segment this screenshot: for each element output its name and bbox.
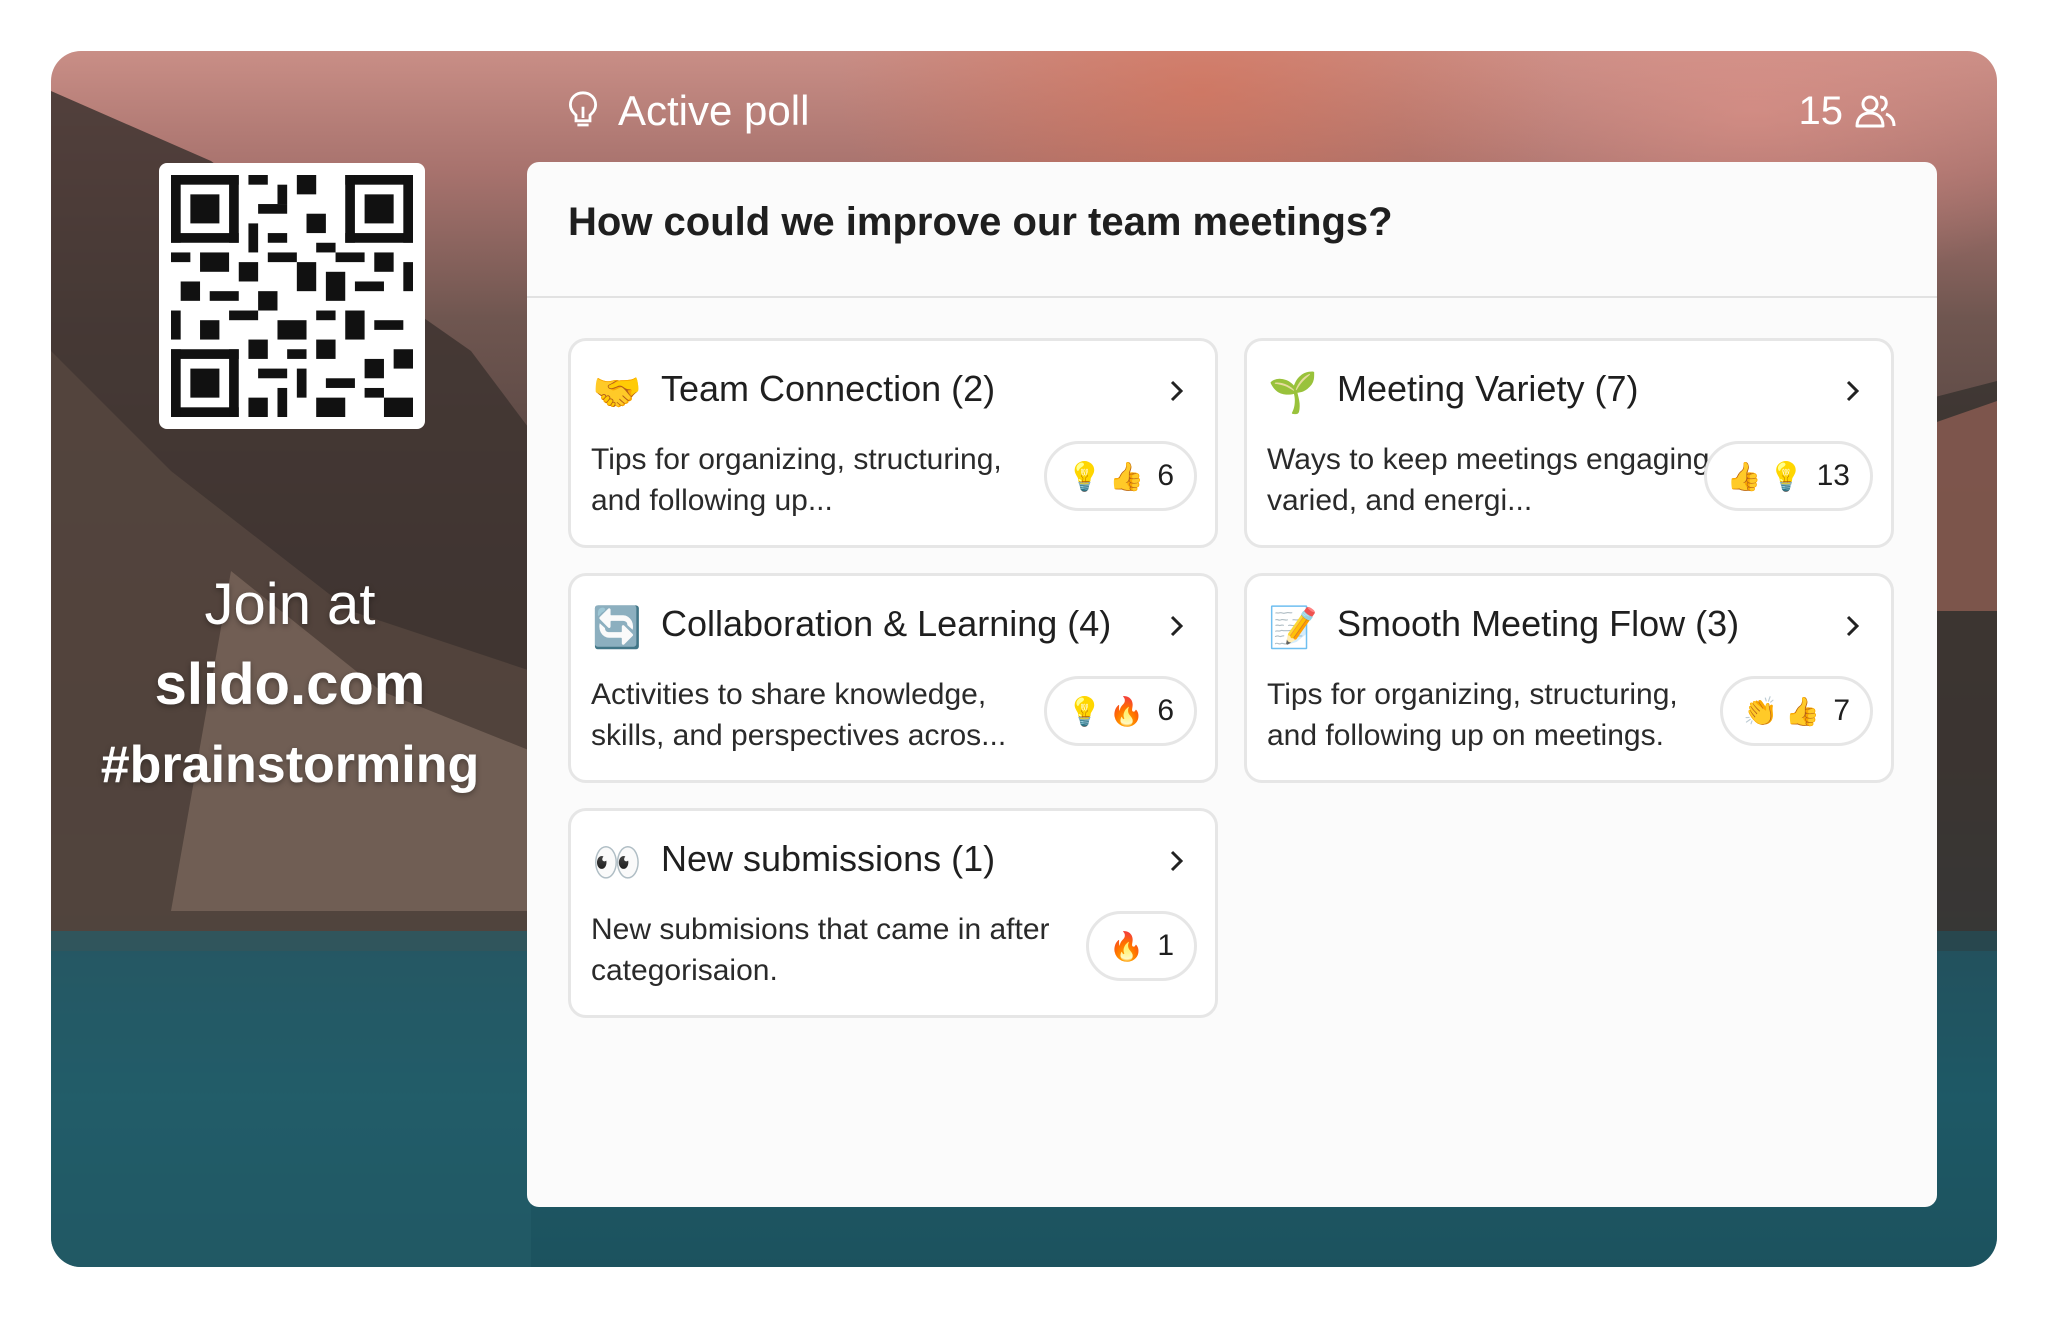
category-card-team-connection[interactable]: 🤝 Team Connection (2) Tips for organizin… bbox=[568, 338, 1218, 548]
category-card-meeting-variety[interactable]: 🌱 Meeting Variety (7) Ways to keep meeti… bbox=[1244, 338, 1894, 548]
category-card-new-submissions[interactable]: 👀 New submissions (1) New submisions tha… bbox=[568, 808, 1218, 1018]
lightbulb-reaction-icon: 💡 bbox=[1067, 695, 1103, 727]
reaction-count: 7 bbox=[1833, 694, 1850, 727]
fire-reaction-icon: 🔥 bbox=[1109, 695, 1145, 727]
reaction-count: 6 bbox=[1157, 694, 1174, 727]
qr-code bbox=[159, 163, 425, 429]
poll-question: How could we improve our team meetings? bbox=[568, 200, 1393, 244]
poll-status-label: Active poll bbox=[618, 87, 810, 134]
category-description: Ways to keep meetings engaging varied, a… bbox=[1267, 443, 1710, 517]
reaction-summary[interactable]: 🔥 1 bbox=[1086, 911, 1197, 981]
chevron-right-icon[interactable] bbox=[1163, 612, 1191, 640]
category-title: Meeting Variety (7) bbox=[1337, 368, 1639, 409]
background-scene: Join at slido.com #brainstorming Active … bbox=[51, 51, 1997, 1267]
chevron-right-icon[interactable] bbox=[1839, 377, 1867, 405]
chevron-right-icon[interactable] bbox=[1163, 377, 1191, 405]
category-title: Collaboration & Learning (4) bbox=[661, 603, 1112, 644]
reaction-summary[interactable]: 👍 💡 13 bbox=[1703, 441, 1873, 511]
category-card-smooth-meeting-flow[interactable]: 📝 Smooth Meeting Flow (3) Tips for organ… bbox=[1244, 573, 1894, 783]
participant-count: 15 bbox=[1798, 88, 1844, 133]
lightbulb-reaction-icon: 💡 bbox=[1067, 460, 1103, 492]
category-title: Team Connection (2) bbox=[661, 368, 996, 409]
clapping-reaction-icon: 👏 bbox=[1743, 695, 1779, 727]
event-code: #brainstorming bbox=[100, 736, 480, 794]
chevron-right-icon[interactable] bbox=[1839, 612, 1867, 640]
qr-code-icon bbox=[171, 175, 413, 417]
lightbulb-icon bbox=[568, 91, 598, 127]
reaction-summary[interactable]: 👏 👍 7 bbox=[1720, 676, 1873, 746]
seedling-icon: 🌱 bbox=[1268, 370, 1318, 415]
category-description: New submisions that came in after catego… bbox=[591, 913, 1050, 987]
thumbs-up-reaction-icon: 👍 bbox=[1109, 460, 1145, 492]
refresh-icon: 🔄 bbox=[592, 605, 642, 650]
join-url: slido.com bbox=[154, 652, 426, 717]
memo-icon: 📝 bbox=[1268, 605, 1318, 650]
eyes-icon: 👀 bbox=[592, 840, 642, 885]
lightbulb-reaction-icon: 💡 bbox=[1768, 460, 1804, 492]
reaction-summary[interactable]: 💡 👍 6 bbox=[1044, 441, 1197, 511]
category-description: Tips for organizing, structuring, and fo… bbox=[591, 443, 1002, 517]
reaction-count: 1 bbox=[1157, 929, 1174, 962]
users-icon bbox=[1855, 95, 1896, 128]
thumbs-up-reaction-icon: 👍 bbox=[1785, 695, 1821, 727]
chevron-right-icon[interactable] bbox=[1163, 847, 1191, 875]
participant-counter: 15 bbox=[1799, 81, 1898, 141]
join-label: Join at bbox=[204, 572, 376, 637]
poll-status: Active poll bbox=[566, 81, 809, 141]
thumbs-up-reaction-icon: 👍 bbox=[1726, 460, 1762, 492]
reaction-count: 13 bbox=[1816, 459, 1850, 492]
fire-reaction-icon: 🔥 bbox=[1109, 930, 1145, 962]
category-title: New submissions (1) bbox=[661, 838, 996, 879]
divider bbox=[527, 296, 1937, 298]
category-card-collaboration-learning[interactable]: 🔄 Collaboration & Learning (4) Activitie… bbox=[568, 573, 1218, 783]
category-description: Activities to share knowledge, skills, a… bbox=[591, 678, 1007, 752]
reaction-count: 6 bbox=[1157, 459, 1174, 492]
reaction-summary[interactable]: 💡 🔥 6 bbox=[1044, 676, 1197, 746]
handshake-icon: 🤝 bbox=[592, 370, 642, 415]
category-description: Tips for organizing, structuring, and fo… bbox=[1267, 678, 1678, 752]
category-title: Smooth Meeting Flow (3) bbox=[1337, 603, 1740, 644]
poll-panel: How could we improve our team meetings? … bbox=[527, 162, 1937, 1207]
